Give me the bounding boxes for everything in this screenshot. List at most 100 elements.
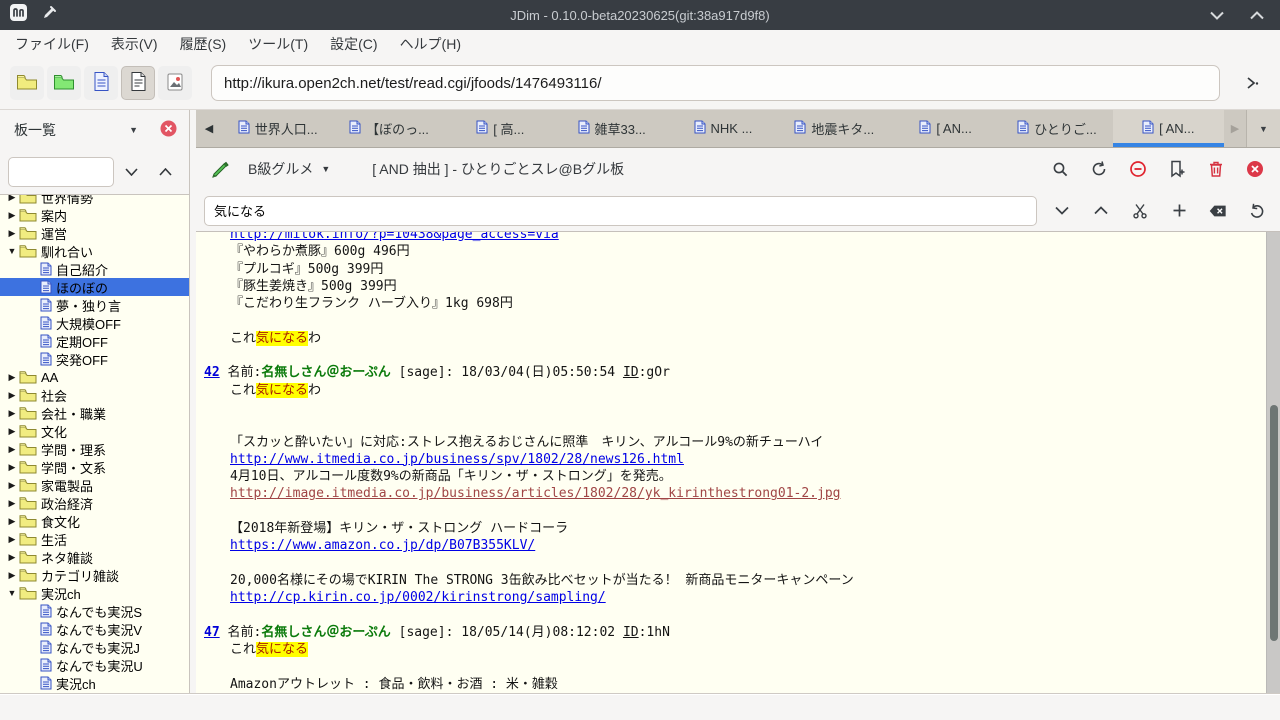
tree-row-board[interactable]: なんでも実況V <box>0 620 189 638</box>
link[interactable]: http://www.itmedia.co.jp/business/spv/18… <box>230 452 684 467</box>
post-number[interactable]: 47 <box>204 625 220 640</box>
menu-item-5[interactable]: ヘルプ(H) <box>389 30 472 58</box>
expander-icon[interactable]: ▶ <box>5 408 19 419</box>
post-number[interactable]: 42 <box>204 365 220 380</box>
extract-keyword-input[interactable] <box>204 196 1037 226</box>
thread-tab-7[interactable]: ひとりご... <box>1001 110 1112 147</box>
clear-keyword-button[interactable] <box>1209 202 1227 220</box>
expander-icon[interactable]: ▶ <box>5 552 19 563</box>
tree-row-board[interactable]: 実況ch <box>0 674 189 692</box>
tree-row-board[interactable]: ほのぼの <box>0 278 189 296</box>
unshade-up-icon[interactable] <box>1250 11 1264 20</box>
search-down-button[interactable] <box>116 157 148 187</box>
search-up-button[interactable] <box>150 157 182 187</box>
sidebar-close-button[interactable] <box>160 120 177 140</box>
tree-row-category[interactable]: ▼実況ch <box>0 584 189 602</box>
tree-row-board[interactable]: 夢・独り言 <box>0 296 189 314</box>
search-button[interactable] <box>1051 160 1069 178</box>
tab-scroll-left-icon[interactable]: ◀ <box>196 110 222 147</box>
tree-row-board[interactable]: 定期OFF <box>0 332 189 350</box>
tree-row-category[interactable]: ▶学問・文系 <box>0 458 189 476</box>
board-select[interactable]: B級グルメ ▼ <box>248 159 330 179</box>
reload-button[interactable] <box>1090 160 1108 178</box>
tree-row-category[interactable]: ▶学問・理系 <box>0 440 189 458</box>
tree-row-board[interactable]: なんでも実況J <box>0 638 189 656</box>
expander-icon[interactable]: ▶ <box>5 372 19 383</box>
pin-icon[interactable] <box>42 5 57 25</box>
tree-row-category[interactable]: ▶政治経済 <box>0 494 189 512</box>
stop-button[interactable] <box>1129 160 1147 178</box>
tree-row-board[interactable]: なんでも実況U <box>0 656 189 674</box>
tree-row-category[interactable]: ▶世界情勢 <box>0 194 189 206</box>
tree-row-category[interactable]: ▶会社・職業 <box>0 404 189 422</box>
tree-row-category[interactable]: ▶運営 <box>0 224 189 242</box>
tree-row-category[interactable]: ▶AA <box>0 368 189 386</box>
tree-row-board[interactable]: なんでも実況S <box>0 602 189 620</box>
expander-icon[interactable]: ▶ <box>5 498 19 509</box>
sidebar-dropdown-icon[interactable]: ▼ <box>129 125 138 135</box>
extract-scissors-button[interactable] <box>1131 202 1149 220</box>
menu-item-0[interactable]: ファイル(F) <box>4 30 100 58</box>
tree-row-category[interactable]: ▼馴れ合い <box>0 242 189 260</box>
expander-icon[interactable]: ▶ <box>5 194 19 203</box>
tree-row-board[interactable]: 大規模OFF <box>0 314 189 332</box>
tree-row-category[interactable]: ▶案内 <box>0 206 189 224</box>
expander-icon[interactable]: ▶ <box>5 210 19 221</box>
menu-item-1[interactable]: 表示(V) <box>100 30 169 58</box>
thread-view-button[interactable] <box>121 66 155 100</box>
tree-row-board[interactable]: 突発OFF <box>0 350 189 368</box>
link[interactable]: http://cp.kirin.co.jp/0002/kirinstrong/s… <box>230 590 606 605</box>
close-tab-button[interactable] <box>1246 160 1264 178</box>
tree-row-category[interactable]: ▶カテゴリ雑談 <box>0 566 189 584</box>
tree-row-category[interactable]: ▶生活 <box>0 530 189 548</box>
tree-row-category[interactable]: ▶ネタ雑談 <box>0 548 189 566</box>
tree-row-board[interactable]: 自己紹介 <box>0 260 189 278</box>
scrollbar-track[interactable] <box>1266 232 1280 693</box>
tree-row-category[interactable]: ▶食文化 <box>0 512 189 530</box>
bookmark-add-button[interactable] <box>1168 160 1186 178</box>
expander-icon[interactable]: ▼ <box>5 588 19 598</box>
tab-scroll-right-icon[interactable]: ▶ <box>1224 110 1246 147</box>
expander-icon[interactable]: ▶ <box>5 516 19 527</box>
menu-item-4[interactable]: 設定(C) <box>319 30 388 58</box>
scrollbar-thumb[interactable] <box>1270 405 1278 641</box>
tree-row-category[interactable]: ▶文化 <box>0 422 189 440</box>
thread-tab-0[interactable]: 世界人口... <box>222 110 333 147</box>
expander-icon[interactable]: ▶ <box>5 480 19 491</box>
thread-tab-4[interactable]: NHK ... <box>667 110 778 147</box>
find-prev-button[interactable] <box>1092 202 1110 220</box>
add-keyword-button[interactable] <box>1170 202 1188 220</box>
link[interactable]: https://www.amazon.co.jp/dp/B07B355KLV/ <box>230 538 535 553</box>
tree-row-category[interactable]: ▶社会 <box>0 386 189 404</box>
image-link[interactable]: http://image.itmedia.co.jp/business/arti… <box>230 486 840 501</box>
url-input[interactable] <box>211 65 1220 101</box>
thread-tab-2[interactable]: [ 高... <box>445 110 556 147</box>
undo-extract-button[interactable] <box>1248 202 1266 220</box>
find-next-button[interactable] <box>1053 202 1071 220</box>
thread-tab-1[interactable]: 【ぼのっ... <box>333 110 444 147</box>
expander-icon[interactable]: ▶ <box>5 462 19 473</box>
expander-icon[interactable]: ▶ <box>5 444 19 455</box>
image-view-button[interactable] <box>158 66 192 100</box>
tree-row-category[interactable]: ▶家電製品 <box>0 476 189 494</box>
thread-tab-8[interactable]: [ AN... <box>1113 110 1224 147</box>
favorites-button[interactable] <box>47 66 81 100</box>
delete-log-button[interactable] <box>1207 160 1225 178</box>
expander-icon[interactable]: ▶ <box>5 570 19 581</box>
expander-icon[interactable]: ▶ <box>5 426 19 437</box>
expander-icon[interactable]: ▶ <box>5 390 19 401</box>
menu-item-2[interactable]: 履歴(S) <box>169 30 238 58</box>
open-url-button[interactable] <box>1234 66 1270 100</box>
thread-tab-5[interactable]: 地震キタ... <box>779 110 890 147</box>
board-list-button[interactable] <box>10 66 44 100</box>
tab-list-dropdown[interactable]: ▼ <box>1246 110 1280 147</box>
thread-list-button[interactable] <box>84 66 118 100</box>
thread-tab-6[interactable]: [ AN... <box>890 110 1001 147</box>
expander-icon[interactable]: ▶ <box>5 228 19 239</box>
expander-icon[interactable]: ▶ <box>5 534 19 545</box>
expander-icon[interactable]: ▼ <box>5 246 19 256</box>
write-post-button[interactable] <box>210 159 230 179</box>
thread-tab-3[interactable]: 雑草33... <box>556 110 667 147</box>
link[interactable]: http://mitok.info/?p=10438&page_access=v… <box>230 232 559 242</box>
board-search-input[interactable] <box>8 157 114 187</box>
